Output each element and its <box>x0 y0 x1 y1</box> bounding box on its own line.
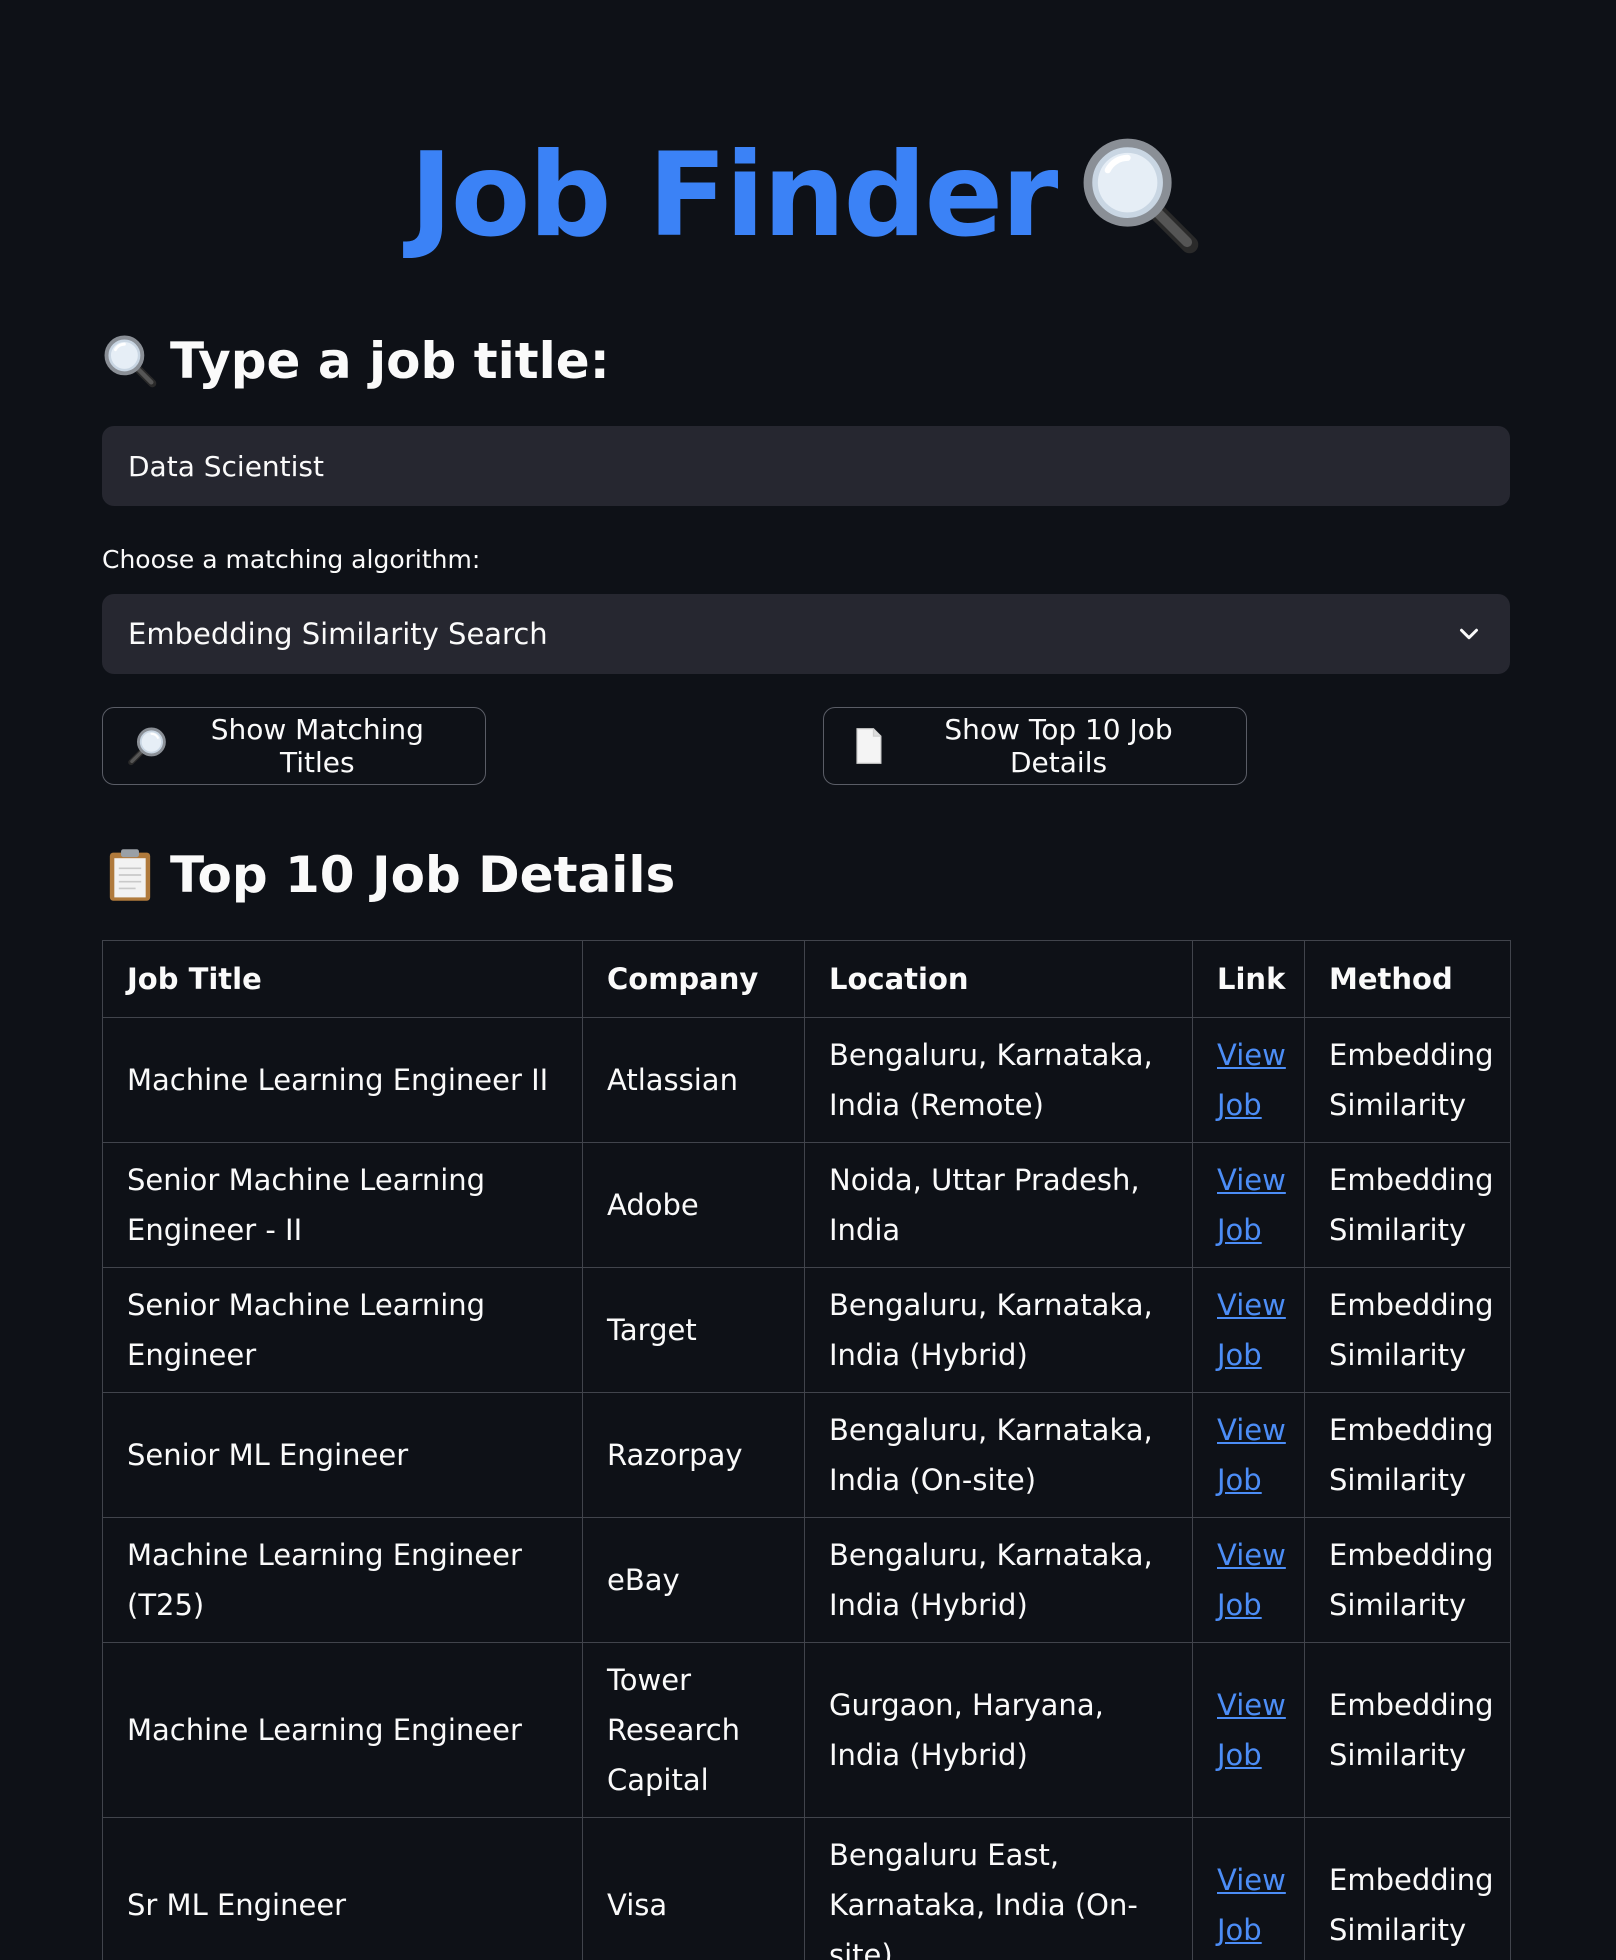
cell-link: View Job <box>1192 1142 1305 1268</box>
table-row: Machine Learning Engineer (T25) eBay Ben… <box>102 1517 1511 1643</box>
cell-location: Bengaluru, Karnataka, India (Hybrid) <box>804 1267 1193 1393</box>
magnifier-icon <box>1078 133 1202 257</box>
algorithm-select[interactable]: Embedding Similarity Search <box>102 594 1510 674</box>
cell-location: Bengaluru, Karnataka, India (Hybrid) <box>804 1517 1193 1643</box>
cell-location: Bengaluru, Karnataka, India (Remote) <box>804 1017 1193 1143</box>
cell-job-title: Sr ML Engineer <box>102 1817 583 1960</box>
magnifier-icon <box>102 333 158 389</box>
cell-method: Embedding Similarity <box>1304 1517 1511 1643</box>
algorithm-label: Choose a matching algorithm: <box>102 545 481 574</box>
cell-method: Embedding Similarity <box>1304 1392 1511 1518</box>
cell-link: View Job <box>1192 1017 1305 1143</box>
column-header-location: Location <box>804 940 1193 1018</box>
column-header-job-title: Job Title <box>102 940 583 1018</box>
column-header-link: Link <box>1192 940 1305 1018</box>
cell-job-title: Machine Learning Engineer (T25) <box>102 1517 583 1643</box>
clipboard-icon <box>102 847 158 903</box>
cell-job-title: Senior ML Engineer <box>102 1392 583 1518</box>
cell-method: Embedding Similarity <box>1304 1642 1511 1818</box>
table-row: Senior ML Engineer Razorpay Bengaluru, K… <box>102 1392 1511 1518</box>
cell-method: Embedding Similarity <box>1304 1817 1511 1960</box>
cell-company: Target <box>582 1267 805 1393</box>
column-header-method: Method <box>1304 940 1511 1018</box>
results-heading-text: Top 10 Job Details <box>170 846 676 904</box>
table-header-row: Job Title Company Location Link Method <box>102 940 1511 1018</box>
cell-link: View Job <box>1192 1517 1305 1643</box>
cell-method: Embedding Similarity <box>1304 1267 1511 1393</box>
view-job-link[interactable]: View Job <box>1217 1288 1286 1372</box>
cell-location: Bengaluru East, Karnataka, India (On-sit… <box>804 1817 1193 1960</box>
table-row: Sr ML Engineer Visa Bengaluru East, Karn… <box>102 1817 1511 1960</box>
show-top-job-details-button[interactable]: Show Top 10 Job Details <box>823 707 1247 785</box>
results-heading: Top 10 Job Details <box>102 840 675 910</box>
cell-company: Razorpay <box>582 1392 805 1518</box>
cell-location: Noida, Uttar Pradesh, India <box>804 1142 1193 1268</box>
show-matching-titles-label: Show Matching Titles <box>210 713 424 779</box>
search-heading-text: Type a job title: <box>170 332 610 390</box>
cell-job-title: Senior Machine Learning Engineer <box>102 1267 583 1393</box>
view-job-link[interactable]: View Job <box>1217 1538 1286 1622</box>
view-job-link[interactable]: View Job <box>1217 1163 1286 1247</box>
search-heading: Type a job title: <box>102 326 610 396</box>
table-row: Machine Learning Engineer II Atlassian B… <box>102 1017 1511 1143</box>
cell-method: Embedding Similarity <box>1304 1017 1511 1143</box>
main-container: Job Finder Type a job title: Choose a ma… <box>102 0 1511 1960</box>
cell-link: View Job <box>1192 1642 1305 1818</box>
cell-company: Adobe <box>582 1142 805 1268</box>
job-title-input[interactable] <box>102 426 1510 506</box>
magnifier-icon <box>127 725 168 767</box>
app-title-text: Job Finder <box>409 127 1059 263</box>
cell-job-title: Machine Learning Engineer <box>102 1642 583 1818</box>
table-row: Senior Machine Learning Engineer Target … <box>102 1267 1511 1393</box>
cell-job-title: Senior Machine Learning Engineer - II <box>102 1142 583 1268</box>
cell-company: eBay <box>582 1517 805 1643</box>
cell-link: View Job <box>1192 1267 1305 1393</box>
show-top-job-details-label: Show Top 10 Job Details <box>944 713 1173 779</box>
table-row: Senior Machine Learning Engineer - II Ad… <box>102 1142 1511 1268</box>
job-details-table: Job Title Company Location Link Method M… <box>102 940 1511 1960</box>
app-title: Job Finder <box>102 0 1510 263</box>
cell-location: Bengaluru, Karnataka, India (On-site) <box>804 1392 1193 1518</box>
page-icon <box>848 725 889 767</box>
cell-link: View Job <box>1192 1817 1305 1960</box>
view-job-link[interactable]: View Job <box>1217 1688 1286 1772</box>
cell-link: View Job <box>1192 1392 1305 1518</box>
cell-method: Embedding Similarity <box>1304 1142 1511 1268</box>
algorithm-selected-value: Embedding Similarity Search <box>128 617 548 651</box>
cell-company: Tower Research Capital <box>582 1642 805 1818</box>
cell-job-title: Machine Learning Engineer II <box>102 1017 583 1143</box>
view-job-link[interactable]: View Job <box>1217 1863 1286 1947</box>
cell-company: Atlassian <box>582 1017 805 1143</box>
cell-company: Visa <box>582 1817 805 1960</box>
table-row: Machine Learning Engineer Tower Research… <box>102 1642 1511 1818</box>
chevron-down-icon <box>1460 628 1478 640</box>
view-job-link[interactable]: View Job <box>1217 1038 1286 1122</box>
view-job-link[interactable]: View Job <box>1217 1413 1286 1497</box>
column-header-company: Company <box>582 940 805 1018</box>
show-matching-titles-button[interactable]: Show Matching Titles <box>102 707 486 785</box>
cell-location: Gurgaon, Haryana, India (Hybrid) <box>804 1642 1193 1818</box>
